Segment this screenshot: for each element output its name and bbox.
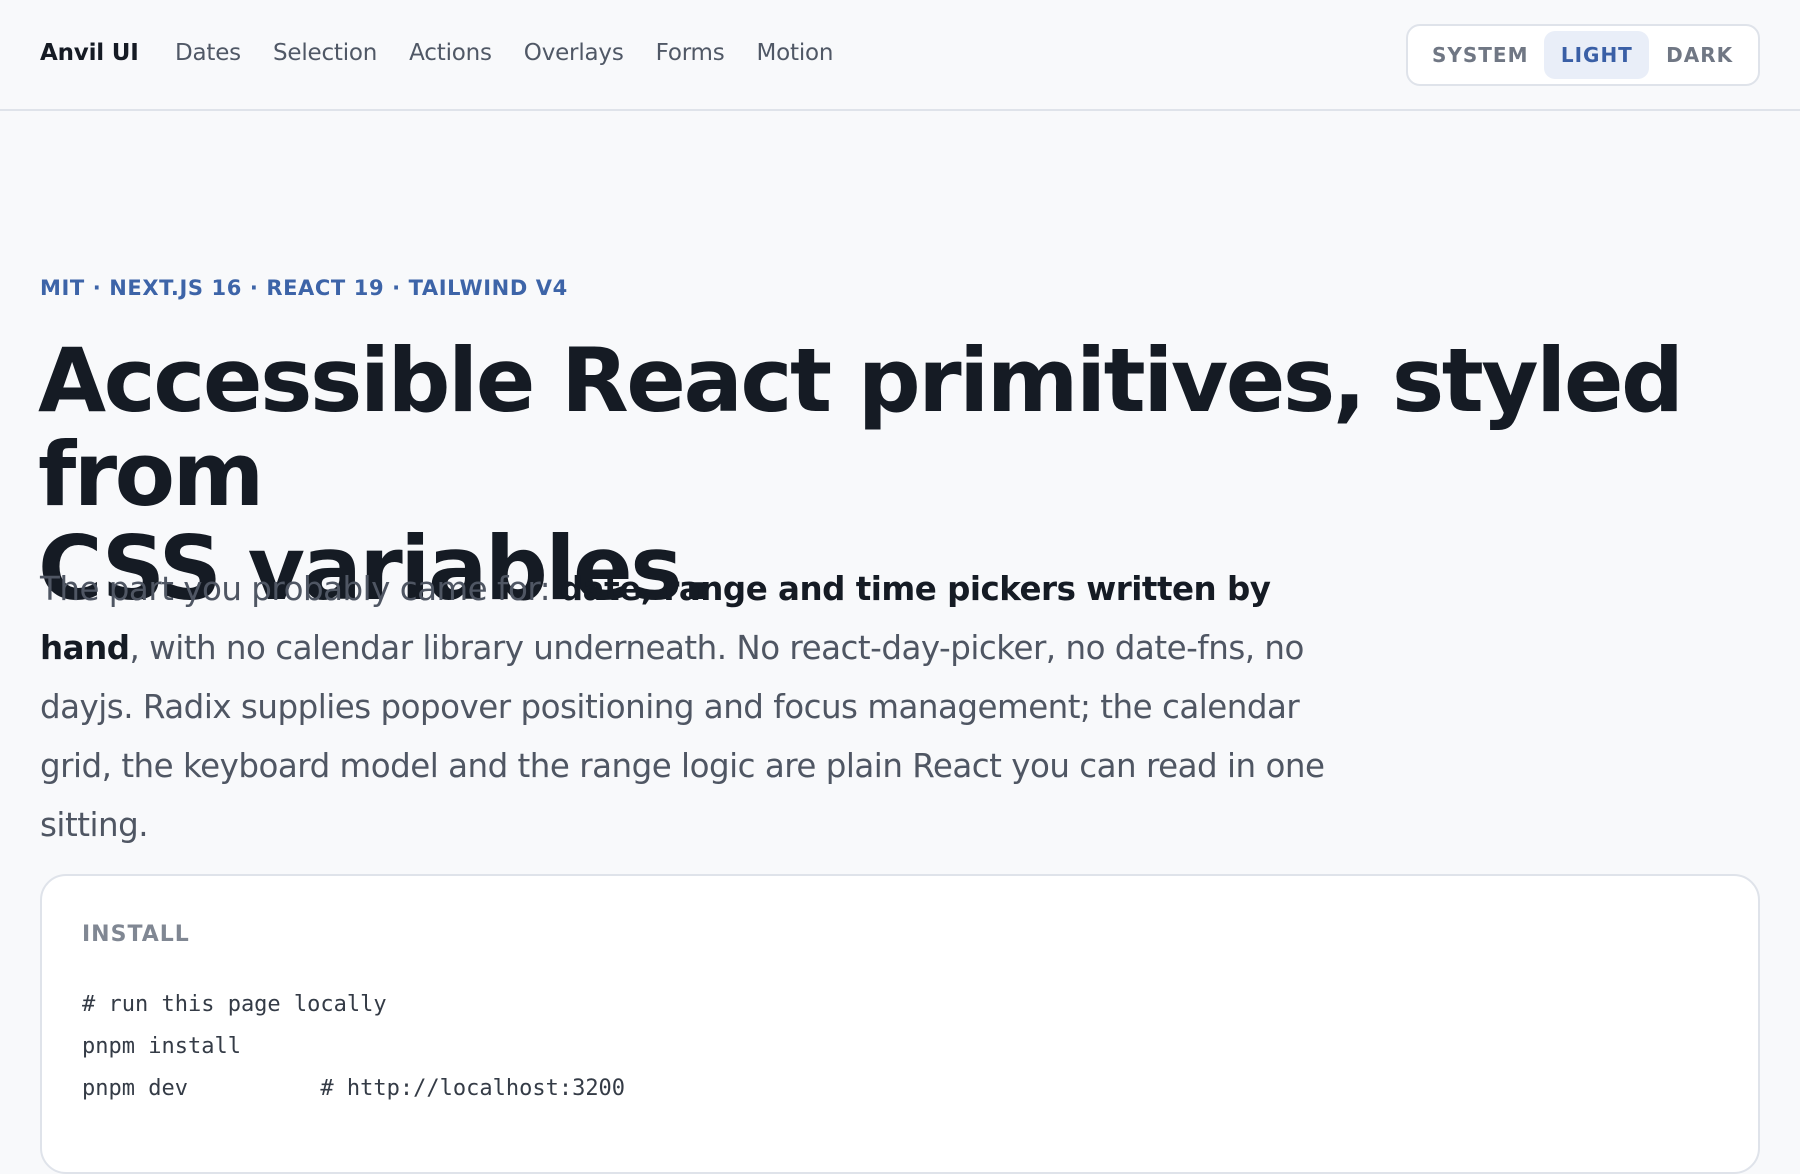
- nav-link-selection[interactable]: Selection: [273, 40, 377, 66]
- main-navigation: Dates Selection Actions Overlays Forms M…: [175, 40, 865, 66]
- code-line: pnpm install: [82, 1034, 241, 1059]
- nav-link-overlays[interactable]: Overlays: [524, 40, 624, 66]
- install-card: INSTALL # run this page locally pnpm inst…: [40, 874, 1760, 1174]
- brand-logo[interactable]: Anvil UI: [40, 40, 139, 66]
- hero-title-line-1: Accessible React primitives, styled from: [38, 329, 1684, 526]
- install-heading: INSTALL: [82, 922, 190, 947]
- theme-option-system[interactable]: SYSTEM: [1416, 31, 1544, 79]
- install-code-block[interactable]: # run this page locally pnpm install pnpm …: [82, 984, 625, 1110]
- nav-link-dates[interactable]: Dates: [175, 40, 241, 66]
- code-line: # run this page locally: [82, 992, 387, 1017]
- theme-option-dark[interactable]: DARK: [1649, 31, 1750, 79]
- code-line: pnpm dev # http://localhost:3200: [82, 1076, 626, 1101]
- theme-switcher: SYSTEM LIGHT DARK: [1406, 24, 1760, 86]
- hero-description: The part you probably came for: date, ra…: [40, 560, 1360, 855]
- hero-description-intro: The part you probably came for:: [40, 570, 560, 608]
- hero-description-rest: , with no calendar library underneath. N…: [40, 629, 1325, 844]
- nav-link-motion[interactable]: Motion: [757, 40, 834, 66]
- tech-stack-eyebrow: MIT · NEXT.JS 16 · REACT 19 · TAILWIND V…: [40, 276, 568, 300]
- nav-link-forms[interactable]: Forms: [656, 40, 725, 66]
- theme-option-light[interactable]: LIGHT: [1544, 31, 1650, 79]
- top-navigation-bar: Anvil UI Dates Selection Actions Overlay…: [0, 0, 1800, 111]
- nav-link-actions[interactable]: Actions: [409, 40, 492, 66]
